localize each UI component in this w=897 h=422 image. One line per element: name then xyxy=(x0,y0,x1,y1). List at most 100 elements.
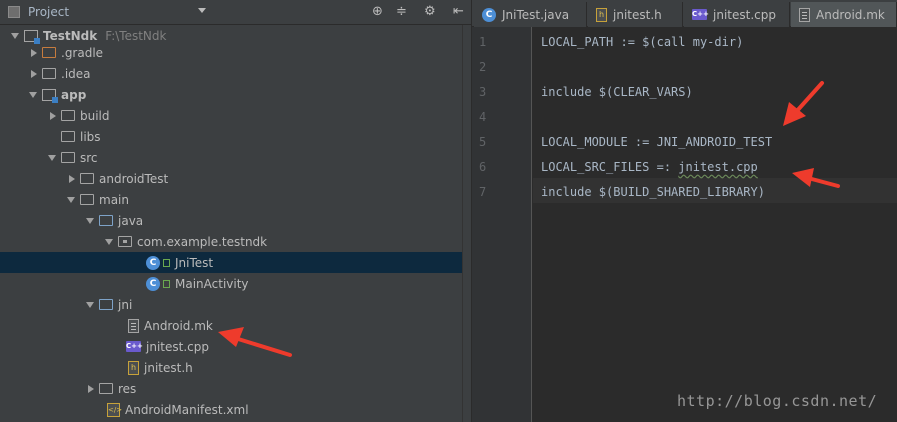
tree-item-package[interactable]: com.example.testndk xyxy=(0,231,471,252)
tab-label: Android.mk xyxy=(816,7,885,22)
folder-icon xyxy=(61,152,75,163)
tree-item-jnitest-h[interactable]: h jnitest.h xyxy=(0,357,471,378)
project-panel-header: Project ⊕ ≑ ⚙ ⇤ xyxy=(0,0,471,25)
tree-item-manifest[interactable]: </> AndroidManifest.xml xyxy=(0,399,471,420)
header-file-icon: h xyxy=(596,7,607,22)
text-file-icon xyxy=(128,318,139,333)
tree-item-java[interactable]: java xyxy=(0,210,471,231)
tree-item-label: jnitest.cpp xyxy=(146,339,209,354)
code-line-6: LOCAL_SRC_FILES =: jnitest.cpp xyxy=(541,155,758,180)
scroll-from-source-icon[interactable]: ⊕ xyxy=(372,5,383,19)
tree-item-label: jnitest.h xyxy=(144,360,193,375)
project-scrollbar[interactable] xyxy=(462,25,471,422)
line-number: 1 xyxy=(479,35,487,49)
xml-file-icon: </> xyxy=(107,402,122,417)
collapse-all-icon[interactable]: ≑ xyxy=(396,5,407,19)
watermark-url: http://blog.csdn.net/ xyxy=(677,392,878,410)
module-icon xyxy=(42,88,58,103)
tree-item-android-mk[interactable]: Android.mk xyxy=(0,315,471,336)
tree-item-res[interactable]: res xyxy=(0,378,471,399)
code-line: LOCAL_PATH := $(call my-dir) xyxy=(541,35,744,49)
folder-icon xyxy=(61,110,75,121)
tree-item-label: Android.mk xyxy=(144,318,213,333)
package-icon xyxy=(118,236,132,247)
text-file-icon xyxy=(799,7,810,22)
lock-icon xyxy=(163,258,170,267)
line-number-gutter: 1 2 3 4 5 6 7 xyxy=(472,27,532,422)
tree-item-label: libs xyxy=(80,129,101,144)
chevron-down-icon[interactable] xyxy=(198,8,206,13)
project-panel-title[interactable]: Project xyxy=(28,5,69,19)
tree-item-main[interactable]: main xyxy=(0,189,471,210)
line-number: 6 xyxy=(479,160,487,174)
chevron-down-icon[interactable] xyxy=(102,235,118,249)
code-line: LOCAL_MODULE := JNI_ANDROID_TEST xyxy=(541,135,773,149)
editor-tabs: C JniTest.java h jnitest.h C++ jnitest.c… xyxy=(472,0,897,27)
line-number: 5 xyxy=(479,135,487,149)
tree-item-app[interactable]: app xyxy=(0,84,471,105)
chevron-down-icon[interactable] xyxy=(83,214,99,228)
tab-label: jnitest.h xyxy=(613,7,662,22)
chevron-down-icon[interactable] xyxy=(64,193,80,207)
tree-item-idea[interactable]: .idea xyxy=(0,63,471,84)
gear-icon[interactable]: ⚙ xyxy=(424,5,436,19)
lock-icon xyxy=(163,279,170,288)
tree-item-jnitest[interactable]: C JniTest xyxy=(0,252,471,273)
tree-item-src[interactable]: src xyxy=(0,147,471,168)
chevron-right-icon[interactable] xyxy=(83,382,99,396)
tree-item-mainactivity[interactable]: C MainActivity xyxy=(0,273,471,294)
folder-icon xyxy=(61,131,75,142)
tree-item-label: .idea xyxy=(61,66,91,81)
tree-item-label: TestNdk xyxy=(43,28,98,43)
tab-label: JniTest.java xyxy=(502,7,570,22)
tree-item-label: .gradle xyxy=(61,45,104,60)
tab-jnitest-h[interactable]: h jnitest.h xyxy=(588,2,683,27)
class-icon: C xyxy=(482,7,496,22)
tree-item-label: main xyxy=(99,192,129,207)
warning-underlined-token: jnitest.cpp xyxy=(678,160,758,174)
resource-folder-icon xyxy=(99,383,113,394)
chevron-right-icon[interactable] xyxy=(64,172,80,186)
chevron-right-icon[interactable] xyxy=(26,67,42,81)
tree-item-label: app xyxy=(61,87,87,102)
line-number: 2 xyxy=(479,60,487,74)
source-folder-icon xyxy=(99,215,113,226)
tree-item-libs[interactable]: libs xyxy=(0,126,471,147)
tree-item-label: jni xyxy=(118,297,133,312)
tab-android-mk[interactable]: Android.mk xyxy=(791,2,897,27)
chevron-right-icon[interactable] xyxy=(45,109,61,123)
folder-icon xyxy=(99,299,113,310)
code-line-text: LOCAL_SRC_FILES =: xyxy=(541,160,679,174)
tree-item-label: androidTest xyxy=(99,171,169,186)
code-editor[interactable]: 1 2 3 4 5 6 7 LOCAL_PATH := $(call my-di… xyxy=(472,27,897,422)
chevron-down-icon[interactable] xyxy=(45,151,61,165)
project-icon xyxy=(24,29,40,44)
tree-item-jnitest-cpp[interactable]: C++ jnitest.cpp xyxy=(0,336,471,357)
tree-item-label: src xyxy=(80,150,98,165)
tab-jnitest-java[interactable]: C JniTest.java xyxy=(474,2,587,27)
folder-icon xyxy=(80,194,94,205)
chevron-down-icon[interactable] xyxy=(83,298,99,312)
tab-label: jnitest.cpp xyxy=(713,7,776,22)
tree-item-gradle[interactable]: .gradle xyxy=(0,42,471,63)
tree-item-label: AndroidManifest.xml xyxy=(125,402,249,417)
line-number: 4 xyxy=(479,110,487,124)
chevron-down-icon[interactable] xyxy=(8,29,24,43)
tree-item-build[interactable]: build xyxy=(0,105,471,126)
tree-item-label: com.example.testndk xyxy=(137,234,268,249)
code-line: include $(CLEAR_VARS) xyxy=(541,85,693,99)
line-number: 3 xyxy=(479,85,487,99)
folder-icon xyxy=(80,173,94,184)
chevron-right-icon[interactable] xyxy=(26,46,42,60)
tree-item-jni[interactable]: jni xyxy=(0,294,471,315)
tree-item-label: build xyxy=(80,108,110,123)
project-path: F:\TestNdk xyxy=(105,28,167,43)
tab-jnitest-cpp[interactable]: C++ jnitest.cpp xyxy=(684,2,790,27)
class-icon: C xyxy=(146,276,160,291)
hide-panel-icon[interactable]: ⇤ xyxy=(453,5,464,19)
tree-item-androidtest[interactable]: androidTest xyxy=(0,168,471,189)
tree-item-label: JniTest xyxy=(175,255,214,270)
tree-item-label: res xyxy=(118,381,137,396)
chevron-down-icon[interactable] xyxy=(26,88,42,102)
cpp-file-icon: C++ xyxy=(126,341,143,352)
